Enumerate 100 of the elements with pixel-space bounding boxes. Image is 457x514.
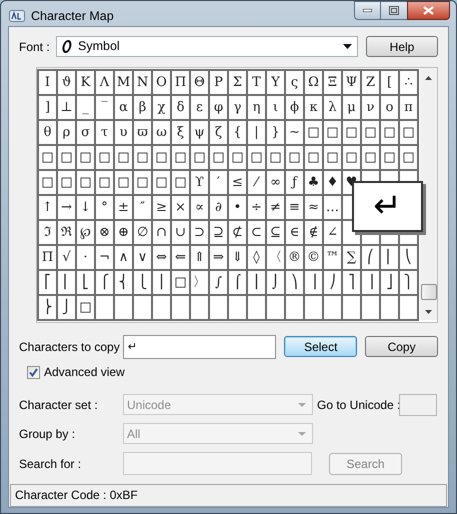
character-cell[interactable]: ∉: [305, 220, 322, 244]
character-cell[interactable]: ″: [134, 196, 151, 219]
scroll-thumb[interactable]: [420, 284, 436, 300]
character-cell[interactable]: ™: [324, 246, 341, 269]
character-cell[interactable]: Ν: [134, 70, 151, 94]
character-cell[interactable]: ζ: [210, 120, 227, 144]
character-cell[interactable]: τ: [96, 120, 113, 144]
character-cell[interactable]: ρ: [58, 120, 75, 144]
character-cell[interactable]: π: [400, 96, 417, 119]
character-cell[interactable]: □: [134, 170, 151, 194]
character-cell[interactable]: ⎪: [153, 270, 170, 294]
character-cell[interactable]: ⎭: [58, 296, 75, 319]
character-cell[interactable]: □: [267, 146, 284, 169]
character-cell[interactable]: □: [77, 146, 94, 169]
character-cell[interactable]: ⌡: [267, 270, 284, 294]
select-button[interactable]: Select: [284, 336, 358, 358]
character-cell[interactable]: ©: [305, 246, 322, 269]
character-cell[interactable]: ⇑: [191, 246, 208, 269]
go-to-unicode-field[interactable]: [399, 394, 437, 416]
character-cell[interactable]: ο: [381, 96, 398, 119]
character-cell[interactable]: Σ: [229, 70, 246, 94]
character-cell[interactable]: Ο: [153, 70, 170, 94]
scroll-up-icon[interactable]: [425, 76, 432, 80]
character-cell[interactable]: ⊥: [58, 96, 75, 119]
character-cell[interactable]: □: [115, 146, 132, 169]
character-cell[interactable]: |: [248, 120, 265, 144]
character-cell[interactable]: □: [172, 270, 189, 294]
character-cell[interactable]: ∅: [134, 220, 151, 244]
character-cell[interactable]: ⇓: [229, 246, 246, 269]
character-cell[interactable]: ⇒: [210, 246, 227, 269]
character-cell[interactable]: ⋅: [77, 246, 94, 269]
character-cell[interactable]: Κ: [77, 70, 94, 94]
character-cell[interactable]: υ: [115, 120, 132, 144]
character-cell[interactable]: Ψ: [343, 70, 360, 94]
character-cell[interactable]: □: [153, 146, 170, 169]
character-cell[interactable]: ≥: [153, 196, 170, 219]
character-cell[interactable]: [: [381, 70, 398, 94]
character-cell[interactable]: ⎦: [381, 270, 398, 294]
character-cell[interactable]: κ: [305, 96, 322, 119]
maximize-button[interactable]: [381, 1, 407, 20]
copy-button[interactable]: Copy: [365, 336, 438, 358]
character-cell[interactable]: Τ: [248, 70, 265, 94]
character-cell[interactable]: Θ: [191, 70, 208, 94]
character-cell[interactable]: γ: [229, 96, 246, 119]
help-button[interactable]: Help: [366, 36, 438, 58]
character-cell[interactable]: Ω: [305, 70, 322, 94]
character-cell[interactable]: ‾: [96, 96, 113, 119]
character-cell[interactable]: ∝: [191, 196, 208, 219]
character-cell[interactable]: ]: [39, 96, 56, 119]
character-cell[interactable]: □: [134, 146, 151, 169]
character-cell[interactable]: ⊆: [267, 220, 284, 244]
character-cell[interactable]: □: [362, 146, 379, 169]
character-cell[interactable]: ⊗: [96, 220, 113, 244]
character-cell[interactable]: □: [77, 296, 94, 319]
character-cell[interactable]: ε: [191, 96, 208, 119]
character-cell[interactable]: □: [229, 146, 246, 169]
character-cell[interactable]: ±: [115, 196, 132, 219]
character-cell[interactable]: Ι: [39, 70, 56, 94]
character-cell[interactable]: □: [153, 170, 170, 194]
character-cell[interactable]: ν: [362, 96, 379, 119]
character-cell[interactable]: ξ: [172, 120, 189, 144]
character-cell[interactable]: □: [248, 146, 265, 169]
character-cell[interactable]: 〈: [267, 246, 284, 269]
character-cell[interactable]: ∨: [134, 246, 151, 269]
character-cell[interactable]: □: [305, 120, 322, 144]
character-cell[interactable]: °: [96, 196, 113, 219]
character-cell[interactable]: ⁄: [248, 170, 265, 194]
character-cell[interactable]: □: [77, 170, 94, 194]
character-cell[interactable]: ⎠: [324, 270, 341, 294]
character-cell[interactable]: ∑: [343, 246, 360, 269]
character-cell[interactable]: ×: [172, 196, 189, 219]
character-cell[interactable]: □: [39, 170, 56, 194]
character-cell[interactable]: ↑: [39, 196, 56, 219]
character-cell[interactable]: θ: [39, 120, 56, 144]
character-cell[interactable]: 〉: [191, 270, 208, 294]
character-cell[interactable]: ⎥: [362, 270, 379, 294]
character-cell[interactable]: ℘: [77, 220, 94, 244]
character-cell[interactable]: ⎮: [248, 270, 265, 294]
character-cell[interactable]: ∧: [115, 246, 132, 269]
advanced-view-checkbox[interactable]: [27, 366, 40, 379]
character-cell[interactable]: ∫: [210, 270, 227, 294]
character-cell[interactable]: ϖ: [134, 120, 151, 144]
character-cell[interactable]: ⎩: [134, 270, 151, 294]
character-cell[interactable]: ς: [286, 70, 303, 94]
character-cell[interactable]: ψ: [191, 120, 208, 144]
character-cell[interactable]: □: [381, 146, 398, 169]
character-cell[interactable]: ⎛: [362, 246, 379, 269]
character-cell[interactable]: ι: [267, 96, 284, 119]
character-cell[interactable]: →: [58, 196, 75, 219]
character-cell[interactable]: ⎫: [400, 270, 417, 294]
scrollbar[interactable]: [420, 68, 437, 320]
character-cell[interactable]: □: [172, 146, 189, 169]
character-cell[interactable]: Ρ: [210, 70, 227, 94]
character-cell[interactable]: Π: [39, 246, 56, 269]
character-cell[interactable]: ⎣: [77, 270, 94, 294]
character-cell[interactable]: α: [115, 96, 132, 119]
character-cell[interactable]: ℑ: [39, 220, 56, 244]
character-cell[interactable]: •: [229, 196, 246, 219]
character-cell[interactable]: ⊇: [210, 220, 227, 244]
character-cell[interactable]: Υ: [267, 70, 284, 94]
